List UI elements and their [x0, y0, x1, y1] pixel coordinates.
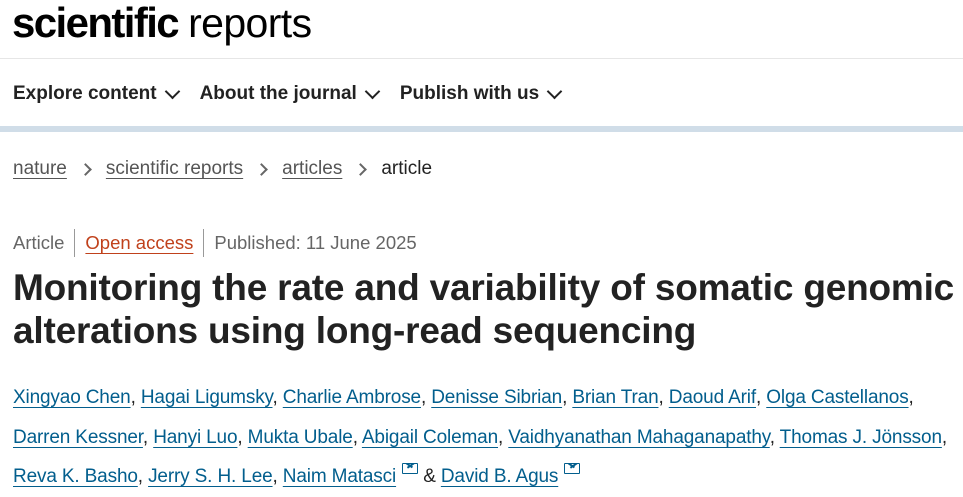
published-date: Published: 11 June 2025 — [214, 232, 417, 253]
logo-wordmark-light: reports — [188, 0, 312, 46]
breadcrumb-link-articles[interactable]: articles — [282, 158, 342, 180]
article-title: Monitoring the rate and variability of s… — [13, 267, 955, 351]
article-meta: Article Open access Published: 11 June 2… — [13, 229, 417, 257]
nav-item-label: About the journal — [199, 83, 357, 104]
author-link[interactable]: Daoud Arif — [669, 387, 756, 408]
author-link[interactable]: Naim Matasci — [283, 466, 396, 487]
nav-about-journal[interactable]: About the journal — [199, 83, 381, 105]
nav-item-label: Explore content — [13, 83, 157, 104]
author-list: Xingyao Chen, Hagai Ligumsky, Charlie Am… — [13, 387, 948, 487]
chevron-down-icon — [546, 83, 563, 99]
author-link[interactable]: Abigail Coleman — [362, 427, 498, 448]
main-nav: Explore content About the journal Publis… — [13, 78, 582, 110]
author-link[interactable]: Charlie Ambrose — [283, 387, 421, 408]
breadcrumb-current: article — [381, 158, 433, 179]
breadcrumb: nature scientific reports articles artic… — [13, 158, 432, 180]
breadcrumb-link-scientific-reports[interactable]: scientific reports — [106, 158, 243, 180]
author-link[interactable]: David B. Agus — [441, 466, 559, 487]
chevron-down-icon — [364, 83, 381, 99]
header-divider — [0, 58, 963, 59]
author-ampersand: & — [418, 466, 441, 487]
mail-icon[interactable] — [564, 463, 581, 474]
author-link[interactable]: Darren Kessner — [13, 427, 143, 448]
chevron-right-icon — [354, 162, 368, 176]
meta-divider — [203, 229, 205, 257]
nav-publish-with-us[interactable]: Publish with us — [399, 83, 563, 105]
author-link[interactable]: Hagai Ligumsky — [141, 387, 273, 408]
article-type: Article — [13, 232, 65, 253]
breadcrumb-link-nature[interactable]: nature — [13, 158, 67, 180]
author-link[interactable]: Jerry S. H. Lee — [148, 466, 273, 487]
meta-divider — [74, 229, 76, 257]
author-link[interactable]: Olga Castellanos — [766, 387, 908, 408]
author-link[interactable]: Thomas J. Jönsson — [780, 427, 942, 448]
author-link[interactable]: Mukta Ubale — [248, 427, 353, 448]
journal-logo[interactable]: scientific reports — [12, 0, 312, 46]
author-link[interactable]: Brian Tran — [572, 387, 658, 408]
nav-explore-content[interactable]: Explore content — [13, 83, 180, 105]
author-link[interactable]: Xingyao Chen — [13, 387, 131, 408]
chevron-right-icon — [79, 162, 92, 176]
mail-icon[interactable] — [402, 463, 419, 474]
nav-divider — [0, 126, 963, 132]
chevron-right-icon — [255, 162, 269, 176]
open-access-link[interactable]: Open access — [85, 232, 193, 254]
author-link[interactable]: Vaidhyanathan Mahaganapathy — [508, 427, 770, 448]
logo-wordmark-bold: scientific — [12, 0, 180, 46]
nav-item-label: Publish with us — [399, 83, 540, 104]
author-link[interactable]: Denisse Sibrian — [431, 387, 562, 408]
author-link[interactable]: Hanyi Luo — [153, 427, 237, 448]
author-link[interactable]: Reva K. Basho — [13, 466, 138, 487]
chevron-down-icon — [164, 83, 180, 99]
